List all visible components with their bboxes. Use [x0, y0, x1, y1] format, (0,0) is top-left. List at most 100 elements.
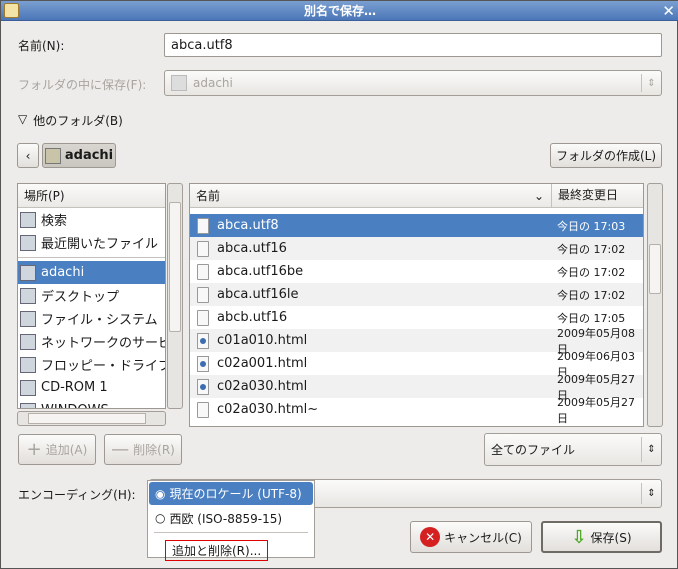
file-modified: 今日の 17:03: [557, 219, 626, 233]
text-file-icon: [197, 309, 209, 326]
file-name: c02a030.html~: [217, 402, 319, 417]
places-item[interactable]: フロッピー・ドライブ: [18, 353, 165, 376]
file-modified: 今日の 17:02: [557, 242, 626, 256]
radio-checked-icon: ◉: [155, 486, 166, 501]
file-name: c02a001.html: [217, 356, 308, 371]
places-hscrollbar[interactable]: [17, 411, 166, 426]
file-row[interactable]: c02a030.html~ 2009年05月27日: [190, 396, 643, 425]
scroll-thumb[interactable]: [28, 413, 146, 424]
add-label: 追加(A): [45, 443, 88, 457]
encoding-option[interactable]: ◉ 現在のロケール (UTF-8): [149, 482, 313, 505]
text-file-icon: [197, 240, 209, 257]
file-modified: 2009年05月27日: [557, 395, 635, 425]
places-item-label: WINDOWS: [41, 403, 109, 408]
updown-icon: ⇕: [641, 437, 661, 462]
path-button-adachi[interactable]: adachi: [42, 143, 116, 168]
places-pane: 場所(P) 検索最近開いたファイル adachi デスクトップファイル・システムネッ…: [17, 183, 166, 409]
places-item-label: adachi: [41, 265, 85, 280]
file-modified: 今日の 17:02: [557, 288, 626, 302]
chevron-left-icon: ‹: [25, 148, 31, 163]
add-button[interactable]: + 追加(A): [18, 434, 96, 465]
save-label: 保存(S): [590, 530, 632, 545]
name-input[interactable]: abca.utf8: [164, 33, 662, 57]
file-name: c02a030.html: [217, 379, 308, 394]
floppy-icon: [20, 356, 36, 373]
folder-label: フォルダの中に保存(F):: [18, 78, 147, 92]
file-row[interactable]: abca.utf16be 今日の 17:02: [190, 260, 643, 283]
save-icon: ⇩: [571, 526, 587, 548]
places-item-label: デスクトップ: [41, 290, 120, 305]
binoculars-icon: [20, 211, 36, 228]
updown-icon: ⇕: [641, 74, 661, 92]
plus-icon: +: [26, 439, 42, 460]
name-label: 名前(N):: [18, 39, 65, 53]
drive-icon: [20, 402, 36, 408]
remove-label: 削除(R): [133, 443, 175, 457]
text-file-icon: [197, 217, 209, 234]
desktop-icon: [20, 287, 36, 304]
encoding-popup: ◉ 現在のロケール (UTF-8) ○ 西欧 (ISO-8859-15) 追加と削除…: [147, 480, 315, 561]
places-item-label: ファイル・システム: [41, 313, 158, 328]
title-bar: 別名で保存… ✕: [1, 1, 678, 21]
scroll-thumb[interactable]: [649, 244, 661, 294]
file-modified: 今日の 17:02: [557, 265, 626, 279]
separator: [154, 532, 308, 533]
html-file-icon: [197, 332, 209, 349]
file-row[interactable]: abca.utf16 今日の 17:02: [190, 237, 643, 260]
modified-column-header[interactable]: 最終変更日: [551, 184, 618, 207]
file-name: abcb.utf16: [217, 310, 288, 325]
places-item[interactable]: 最近開いたファイル: [18, 231, 165, 254]
places-item-label: CD-ROM 1: [41, 380, 108, 395]
file-row[interactable]: abca.utf8 今日の 17:03: [190, 214, 643, 237]
file-row[interactable]: abca.utf16le 今日の 17:02: [190, 283, 643, 306]
window-title: 別名で保存…: [303, 4, 376, 18]
places-item[interactable]: ファイル・システム: [18, 307, 165, 330]
folder-value: adachi: [193, 76, 233, 90]
back-button[interactable]: ‹: [17, 143, 39, 168]
remove-button[interactable]: — 削除(R): [104, 434, 182, 465]
other-folder-expander[interactable]: ▽ 他のフォルダ(B): [18, 112, 123, 129]
encoding-label: エンコーディング(H):: [18, 488, 136, 502]
file-name: abca.utf16: [217, 241, 287, 256]
places-item[interactable]: デスクトップ: [18, 284, 165, 307]
filter-value: 全てのファイル: [491, 443, 576, 457]
file-modified: 今日の 17:05: [557, 311, 626, 325]
create-folder-button[interactable]: フォルダの作成(L): [550, 143, 662, 168]
places-item[interactable]: WINDOWS: [18, 399, 165, 408]
save-button[interactable]: ⇩ 保存(S): [541, 521, 662, 553]
html-file-icon: [197, 355, 209, 372]
sort-chevron-icon: ⌄: [534, 188, 545, 203]
manage-encodings-item[interactable]: 追加と削除(R)...: [165, 540, 269, 561]
folder-icon: [171, 75, 187, 91]
file-name: abca.utf16le: [217, 287, 299, 302]
places-item[interactable]: 検索: [18, 208, 165, 231]
places-item[interactable]: CD-ROM 1: [18, 376, 165, 399]
separator: [18, 257, 165, 258]
places-header[interactable]: 場所(P): [18, 184, 165, 208]
places-item[interactable]: ネットワークのサービス: [18, 330, 165, 353]
file-name: abca.utf8: [217, 218, 279, 233]
name-column-header[interactable]: 名前: [196, 187, 220, 204]
network-icon: [20, 333, 36, 350]
files-header: 名前 ⌄ 最終変更日: [190, 184, 643, 208]
files-pane: 名前 ⌄ 最終変更日 abca.utf8 今日の 17:03 abca.utf16 今…: [189, 183, 644, 427]
cancel-label: キャンセル(C): [444, 530, 522, 545]
home-folder-icon: [20, 264, 36, 281]
filter-combo[interactable]: 全てのファイル ⇕: [484, 433, 662, 466]
option-label: 西欧 (ISO-8859-15): [169, 511, 283, 526]
path-label: adachi: [64, 148, 114, 163]
recent-icon: [20, 234, 36, 251]
scroll-thumb[interactable]: [169, 202, 181, 332]
text-file-icon: [197, 263, 209, 280]
places-item[interactable]: adachi: [18, 261, 165, 284]
places-item-label: 最近開いたファイル: [41, 237, 159, 252]
file-name: c01a010.html: [217, 333, 308, 348]
cancel-icon: ✕: [420, 527, 441, 547]
text-file-icon: [197, 286, 209, 303]
files-vscrollbar[interactable]: [647, 183, 663, 427]
places-item-label: 検索: [41, 214, 68, 229]
places-vscrollbar[interactable]: [167, 183, 183, 409]
close-icon[interactable]: ✕: [662, 1, 675, 21]
encoding-option[interactable]: ○ 西欧 (ISO-8859-15): [148, 506, 314, 530]
cancel-button[interactable]: ✕ キャンセル(C): [410, 521, 532, 553]
